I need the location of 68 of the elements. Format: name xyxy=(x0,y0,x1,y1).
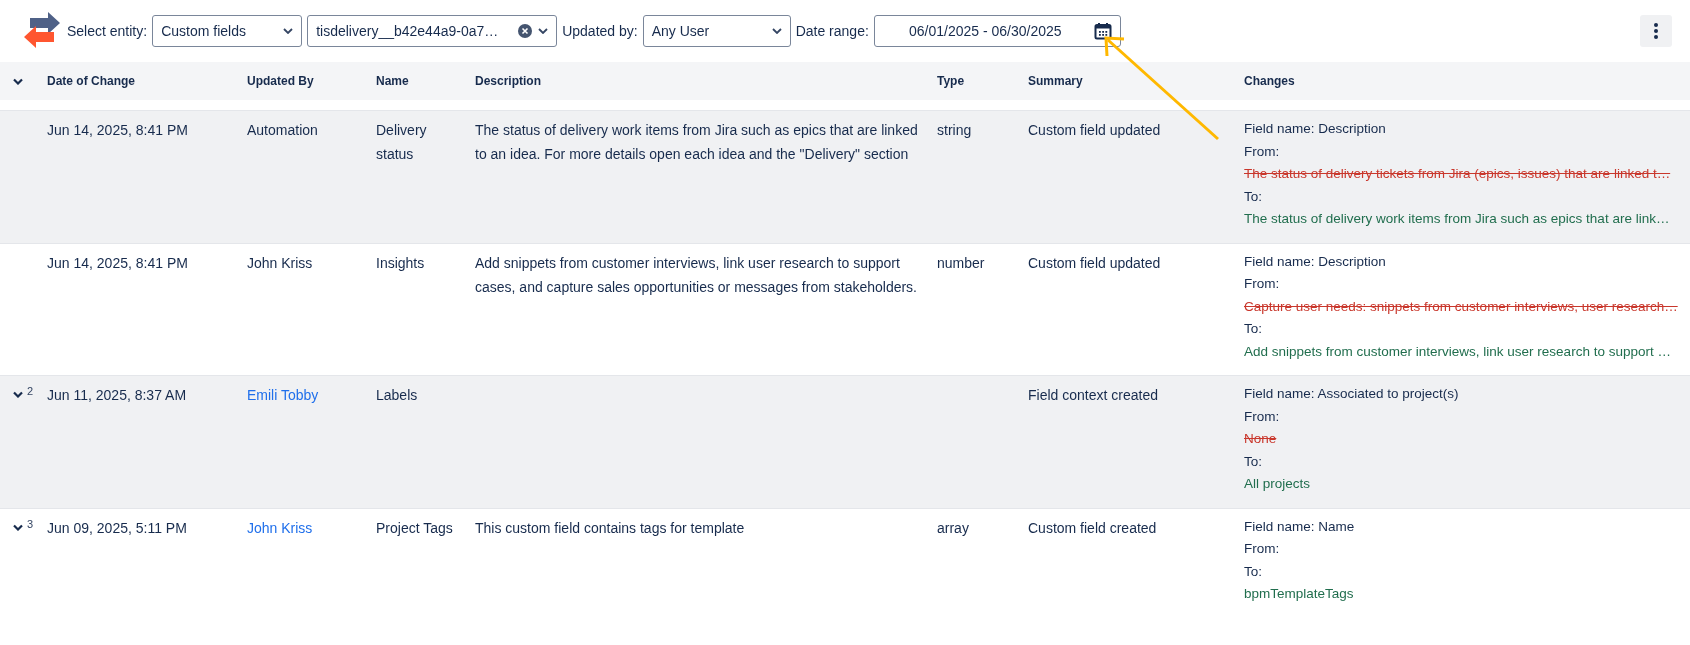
column-header: Summary xyxy=(1028,74,1084,88)
summary-cell-text: Custom field created xyxy=(1028,518,1158,538)
old-value: The status of delivery tickets from Jira (epics, issues) that are linked t… xyxy=(1244,165,1672,183)
name-cell-text: Labels xyxy=(376,386,419,405)
date-cell-text: Jun 11, 2025, 8:37 AM xyxy=(47,386,188,405)
user-text: Automation xyxy=(247,122,318,138)
old-value: None xyxy=(1244,430,1278,448)
chevron-down-icon[interactable] xyxy=(13,391,23,398)
change-label: To: xyxy=(1244,562,1263,581)
description-cell-text: The status of delivery work items from Jira such as epics that are linked to an idea. For more details open each idea and the "Delivery" section xyxy=(475,121,919,164)
change-label: Field name: Description xyxy=(1244,120,1387,138)
change-label: From: xyxy=(1244,407,1281,426)
entity-select[interactable]: Custom fields xyxy=(152,15,303,47)
user-link[interactable]: John Kriss xyxy=(247,519,313,536)
name-cell-text: Project Tags xyxy=(376,518,454,538)
date-cell-text: Jun 09, 2025, 5:11 PM xyxy=(47,518,188,538)
more-icon xyxy=(1654,23,1658,39)
column-header: Type xyxy=(937,74,966,88)
updated-by-label: Updated by: xyxy=(562,23,638,39)
change-label: From: xyxy=(1244,275,1281,293)
name-cell-text: Insights xyxy=(376,253,426,273)
calendar-icon[interactable] xyxy=(1093,22,1112,40)
new-value: The status of delivery work items from Jira such as epics that are link… xyxy=(1244,210,1671,228)
user-link[interactable]: Emili Tobby xyxy=(247,387,319,403)
more-button[interactable] xyxy=(1640,15,1672,47)
new-value: bpmTemplateTags xyxy=(1244,585,1355,603)
chevron-down-icon[interactable] xyxy=(13,77,23,85)
change-label: To: xyxy=(1244,320,1263,338)
column-header: Updated By xyxy=(247,74,315,88)
column-header: Changes xyxy=(1244,74,1296,88)
logo-icon xyxy=(22,12,62,50)
summary-cell-text: Custom field updated xyxy=(1028,253,1162,273)
column-header: Description xyxy=(475,74,542,88)
field-select[interactable]: tisdelivery__b42e44a9-0a7… xyxy=(307,15,558,47)
summary-cell-text: Custom field updated xyxy=(1028,121,1162,140)
entity-label: Select entity: xyxy=(67,23,148,39)
clear-icon[interactable] xyxy=(518,24,533,38)
change-label: Field name: Name xyxy=(1244,517,1356,536)
change-label: From: xyxy=(1244,142,1281,161)
description-cell-text: This custom field contains tags for template xyxy=(475,518,746,538)
date-cell-text: Jun 14, 2025, 8:41 PM xyxy=(47,253,189,273)
change-label: Field name: Associated to project(s) xyxy=(1244,385,1460,403)
column-header: Date of Change xyxy=(47,74,136,88)
chevron-down-icon[interactable] xyxy=(13,523,23,531)
count-label: 3 xyxy=(27,517,34,530)
caret-icon xyxy=(283,28,294,34)
description-cell-text: Add snippets from customer interviews, link user research to support cases, and capture sales opportunities or messages from stakeholders. xyxy=(475,253,918,297)
change-label: To: xyxy=(1244,187,1263,206)
type-cell-text: string xyxy=(937,121,973,140)
change-label: To: xyxy=(1244,452,1263,471)
new-value: Add snippets from customer interviews, link user research to support … xyxy=(1244,342,1672,361)
change-label: From: xyxy=(1244,540,1281,558)
column-header: Name xyxy=(376,74,410,88)
type-cell-text: number xyxy=(937,253,986,273)
user-text: John Kriss xyxy=(247,254,313,271)
summary-cell-text: Field context created xyxy=(1028,386,1159,405)
count-label: 2 xyxy=(27,385,34,397)
name-cell-text: Delivery status xyxy=(376,121,428,164)
old-value: Capture user needs: snippets from customer interviews, user research… xyxy=(1244,297,1679,316)
type-cell-text: array xyxy=(937,518,970,538)
user-select[interactable]: Any User xyxy=(642,15,791,47)
date-cell-text: Jun 14, 2025, 8:41 PM xyxy=(47,121,189,140)
date-range-field[interactable]: 06/01/2025 - 06/30/2025 xyxy=(873,15,1121,47)
caret-icon xyxy=(771,28,782,34)
caret-icon xyxy=(538,28,549,34)
new-value: All projects xyxy=(1244,475,1312,493)
date-range-label: Date range: xyxy=(795,23,869,39)
change-label: Field name: Description xyxy=(1244,252,1387,271)
